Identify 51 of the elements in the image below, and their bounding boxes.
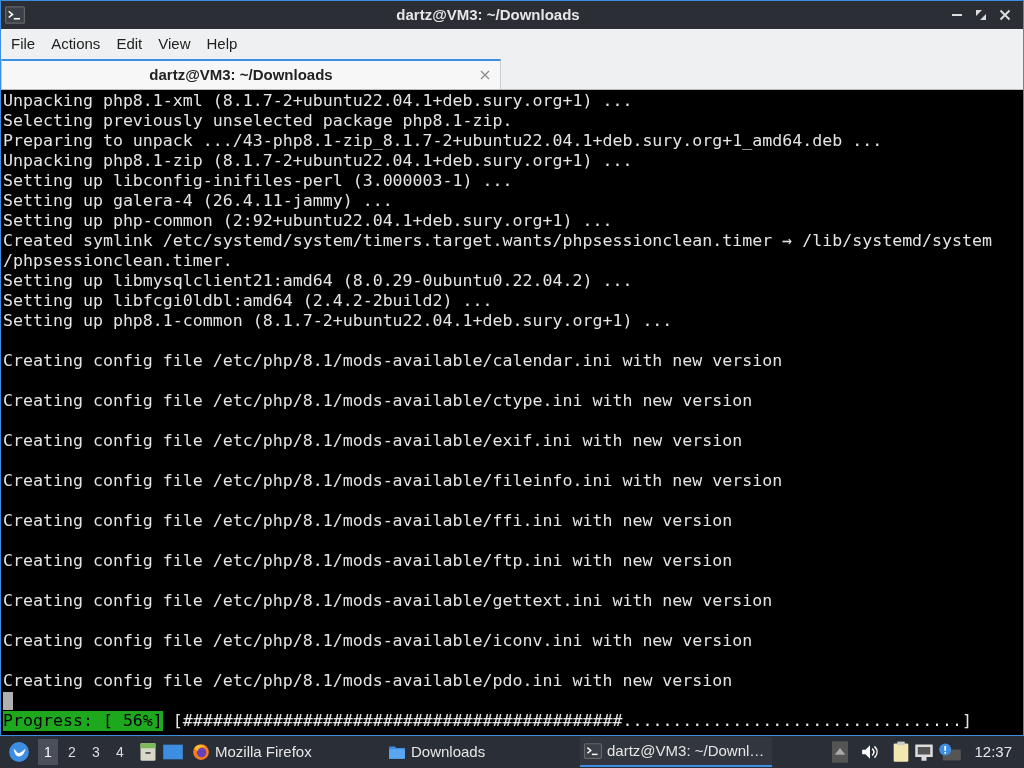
terminal-line: Creating config file /etc/php/8.1/mods-available/iconv.ini with new version	[3, 631, 753, 650]
terminal-line: Creating config file /etc/php/8.1/mods-available/ftp.ini with new version	[3, 551, 733, 570]
terminal-line: Unpacking php8.1-xml (8.1.7-2+ubuntu22.04.1+deb.sury.org+1) ...	[3, 91, 633, 110]
menu-item[interactable]: Actions	[43, 32, 109, 56]
cursor	[3, 692, 13, 710]
terminal-line: Creating config file /etc/php/8.1/mods-available/calendar.ini with new version	[3, 351, 783, 370]
window-title: dartz@VM3: ~/Downloads	[396, 4, 580, 25]
desktop-icon[interactable]	[162, 742, 184, 762]
maximize-icon[interactable]	[975, 9, 987, 21]
taskbar-button[interactable]: dartz@VM3: ~/Downl…	[580, 737, 772, 767]
terminal-line: Setting up libfcgi0ldbl:amd64 (2.4.2-2build2) ...	[3, 291, 493, 310]
terminal-line: Creating config file /etc/php/8.1/mods-available/exif.ini with new version	[3, 431, 743, 450]
terminal-icon	[5, 5, 25, 25]
clipboard-icon[interactable]	[892, 741, 911, 763]
volume-icon[interactable]	[860, 743, 881, 761]
file-manager-icon[interactable]	[138, 742, 158, 762]
clock[interactable]: 12:37	[966, 740, 1020, 764]
terminal-line: Creating config file /etc/php/8.1/mods-available/ctype.ini with new version	[3, 391, 753, 410]
terminal-line: Setting up libmysqlclient21:amd64 (8.0.29-0ubuntu0.22.04.2) ...	[3, 271, 633, 290]
workspace-button[interactable]: 4	[110, 739, 130, 765]
globe-icon	[192, 743, 210, 761]
terminal-line: Selecting previously unselected package php8.1-zip.	[3, 111, 513, 130]
terminal-line: Setting up libconfig-inifiles-perl (3.000003-1) ...	[3, 171, 513, 190]
terminal-line: Setting up php8.1-common (8.1.7-2+ubuntu22.04.1+deb.sury.org+1) ...	[3, 311, 673, 330]
terminal-line: Creating config file /etc/php/8.1/mods-available/fileinfo.ini with new version	[3, 471, 783, 490]
workspace-button[interactable]: 1	[38, 739, 58, 765]
folder-icon	[388, 743, 406, 761]
start-menu-icon[interactable]	[8, 741, 30, 763]
taskbar-button[interactable]: Downloads	[384, 737, 576, 767]
menu-item[interactable]: Edit	[108, 32, 151, 56]
terminal-line: Setting up php-common (2:92+ubuntu22.04.1+deb.sury.org+1) ...	[3, 211, 613, 230]
taskbar-button[interactable]: Mozilla Firefox	[188, 737, 380, 767]
terminal-tab[interactable]: dartz@VM3: ~/Downloads	[1, 59, 501, 89]
progress-label: Progress: [ 56%]	[3, 711, 163, 731]
terminal-line: Creating config file /etc/php/8.1/mods-available/pdo.ini with new version	[3, 671, 733, 690]
alert-icon[interactable]	[938, 742, 963, 762]
network-icon[interactable]	[914, 742, 935, 762]
menu-item[interactable]: View	[150, 32, 199, 56]
terminal-line: Creating config file /etc/php/8.1/mods-available/ffi.ini with new version	[3, 511, 733, 530]
terminal-line: Creating config file /etc/php/8.1/mods-available/gettext.ini with new version	[3, 591, 773, 610]
progress-text: [############################################..................................]	[172, 711, 973, 731]
terminal-line: Preparing to unpack .../43-php8.1-zip_8.1.7-2+ubuntu22.04.1+deb.sury.org+1_amd64.deb ...	[3, 131, 883, 150]
terminal-line: Unpacking php8.1-zip (8.1.7-2+ubuntu22.04.1+deb.sury.org+1) ...	[3, 151, 633, 170]
menu-item[interactable]: File	[3, 32, 44, 56]
workspace-button[interactable]: 2	[62, 739, 82, 765]
terminal-line: /phpsessionclean.timer.	[3, 251, 233, 270]
terminal-line: Created symlink /etc/systemd/system/timers.target.wants/phpsessionclean.timer → /lib/systemd/system	[3, 231, 993, 250]
workspace-button[interactable]: 3	[86, 739, 106, 765]
menu-item[interactable]: Help	[198, 32, 246, 56]
terminal-line: Setting up galera-4 (26.4.11-jammy) ...	[3, 191, 393, 210]
terminal-icon	[584, 742, 602, 760]
